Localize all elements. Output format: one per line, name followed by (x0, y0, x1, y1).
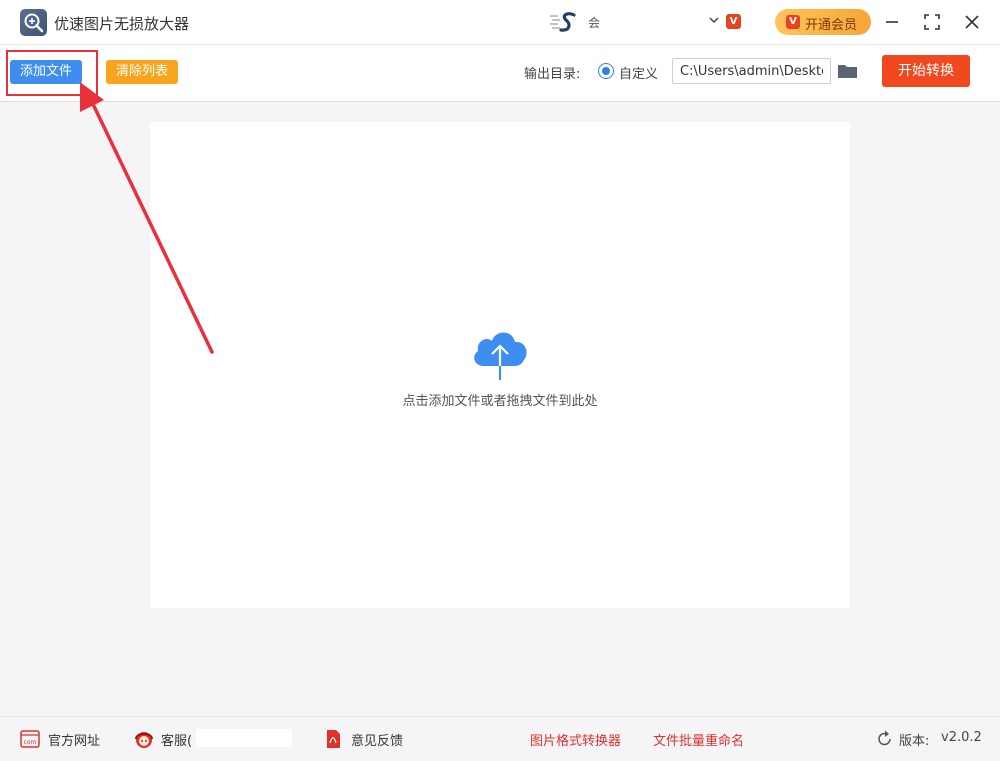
cloud-upload-icon[interactable] (470, 326, 530, 382)
custom-output-radio[interactable] (598, 63, 614, 79)
feedback-link[interactable]: 意见反馈 (323, 729, 413, 749)
vip-status-icon: V (726, 14, 741, 29)
vip-icon: V (786, 15, 800, 29)
user-logo-icon (548, 11, 578, 33)
toolbar: 添加文件 清除列表 输出目录: 自定义 开始转换 (0, 45, 1000, 102)
customer-service-link[interactable]: 客服( (133, 729, 203, 749)
chevron-down-icon[interactable] (708, 14, 720, 26)
open-vip-button[interactable]: V 开通会员 (775, 9, 871, 35)
open-vip-label: 开通会员 (805, 18, 858, 33)
refresh-icon (877, 730, 893, 748)
output-path-input[interactable] (672, 58, 831, 84)
footer: com 官方网址 客服( 意见反馈 图片格式转换器 文件批量重命名 版本: v2… (0, 716, 1000, 761)
app-title: 优速图片无损放大器 (54, 15, 190, 33)
close-icon[interactable] (962, 12, 982, 32)
web-icon-text: com (24, 739, 37, 746)
folder-icon[interactable] (837, 63, 858, 79)
version-value: v2.0.2 (941, 730, 982, 745)
website-label: 官方网址 (48, 734, 101, 749)
batch-rename-link[interactable]: 文件批量重命名 (653, 730, 744, 749)
annotation-highlight-box (6, 50, 98, 96)
maximize-icon[interactable] (922, 12, 942, 32)
custom-output-label[interactable]: 自定义 (619, 63, 658, 82)
version-label: 版本: (899, 734, 930, 749)
title-bar: 优速图片无损放大器 会 V V 开通会员 (0, 0, 1000, 45)
service-avatar-icon (133, 730, 153, 748)
drop-hint-text: 点击添加文件或者拖拽文件到此处 (402, 394, 598, 409)
clear-list-button[interactable]: 清除列表 (106, 60, 178, 84)
app-logo-icon (20, 9, 47, 36)
pdf-icon (323, 730, 343, 748)
output-dir-label: 输出目录: (524, 67, 581, 82)
format-converter-link[interactable]: 图片格式转换器 (530, 730, 621, 749)
redacted-contact (196, 729, 292, 747)
minimize-icon[interactable] (882, 12, 902, 32)
start-convert-button[interactable]: 开始转换 (882, 55, 970, 87)
file-drop-zone[interactable]: 点击添加文件或者拖拽文件到此处 (150, 122, 850, 608)
website-link[interactable]: com 官方网址 (20, 729, 120, 749)
service-label: 客服( (161, 734, 193, 749)
account-name: 会 (588, 16, 601, 30)
web-icon: com (20, 730, 40, 748)
feedback-label: 意见反馈 (351, 734, 404, 749)
